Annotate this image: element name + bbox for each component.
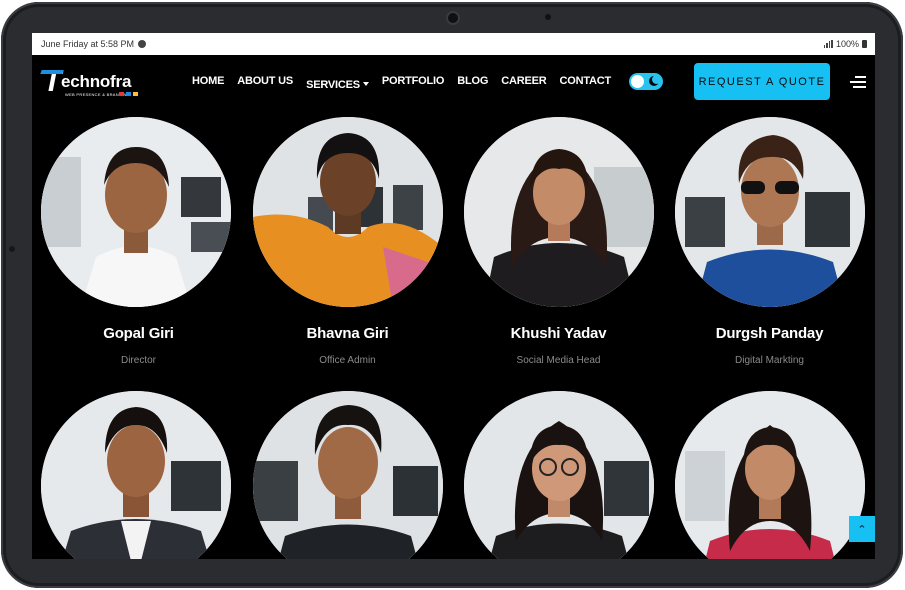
member-photo-2	[253, 117, 443, 307]
nav-career[interactable]: CAREER	[501, 75, 546, 93]
signal-icon	[823, 40, 833, 48]
member-name-1: Gopal Giri	[103, 325, 174, 342]
moon-toggle-icon	[649, 75, 661, 86]
screen: June Friday at 5:58 PM 100% T echnofra W…	[32, 33, 875, 559]
nav-portfolio[interactable]: PORTFOLIO	[382, 75, 445, 93]
main-nav: HOME ABOUT US SERVICES PORTFOLIO BLOG CA…	[192, 75, 611, 93]
member-role-4: Digital Markting	[735, 355, 804, 366]
theme-toggle[interactable]	[629, 73, 663, 90]
nav-services-label: SERVICES	[306, 79, 360, 91]
member-photo-5	[41, 391, 231, 559]
logo-initial: T	[43, 65, 62, 98]
chevron-down-icon	[362, 81, 369, 86]
light-sensor	[545, 14, 551, 20]
logo-wordmark: echnofra	[61, 72, 132, 91]
logo-color-bars	[119, 92, 138, 96]
toggle-knob	[631, 75, 644, 88]
hamburger-icon[interactable]	[850, 75, 866, 89]
side-sensor	[9, 246, 15, 252]
nav-blog[interactable]: BLOG	[457, 75, 488, 93]
battery-level: 100%	[835, 39, 859, 49]
tablet-frame: June Friday at 5:58 PM 100% T echnofra W…	[1, 2, 903, 588]
nav-home[interactable]: HOME	[192, 75, 224, 93]
member-role-3: Social Media Head	[516, 355, 601, 366]
member-name-4: Durgsh Panday	[715, 325, 824, 342]
member-photo-8	[675, 391, 865, 559]
member-photo-3	[464, 117, 654, 307]
battery-icon	[862, 40, 867, 48]
notification-icon	[138, 40, 147, 48]
member-photo-6	[253, 391, 443, 559]
nav-services[interactable]: SERVICES	[306, 75, 369, 93]
request-quote-button[interactable]: REQUEST A QUOTE	[694, 63, 830, 100]
front-camera	[448, 13, 458, 23]
nav-contact[interactable]: CONTACT	[560, 75, 612, 93]
site-header: T echnofra WEB PRESENCE & BRANDING HOME …	[32, 55, 875, 109]
member-photo-4	[675, 117, 865, 307]
member-name-2: Bhavna Giri	[306, 325, 389, 342]
status-bar: June Friday at 5:58 PM 100%	[32, 33, 875, 55]
status-datetime: June Friday at 5:58 PM	[41, 39, 135, 49]
technofra-logo[interactable]: T echnofra WEB PRESENCE & BRANDING	[43, 67, 143, 99]
chevron-double-up-icon[interactable]: ⌃	[849, 516, 875, 542]
member-role-1: Director	[120, 355, 156, 366]
member-photo-7	[464, 391, 654, 559]
member-name-3: Khushi Yadav	[510, 325, 607, 342]
nav-about-us[interactable]: ABOUT US	[237, 75, 293, 93]
member-photo-1	[41, 117, 231, 307]
member-role-2: Office Admin	[319, 355, 376, 366]
